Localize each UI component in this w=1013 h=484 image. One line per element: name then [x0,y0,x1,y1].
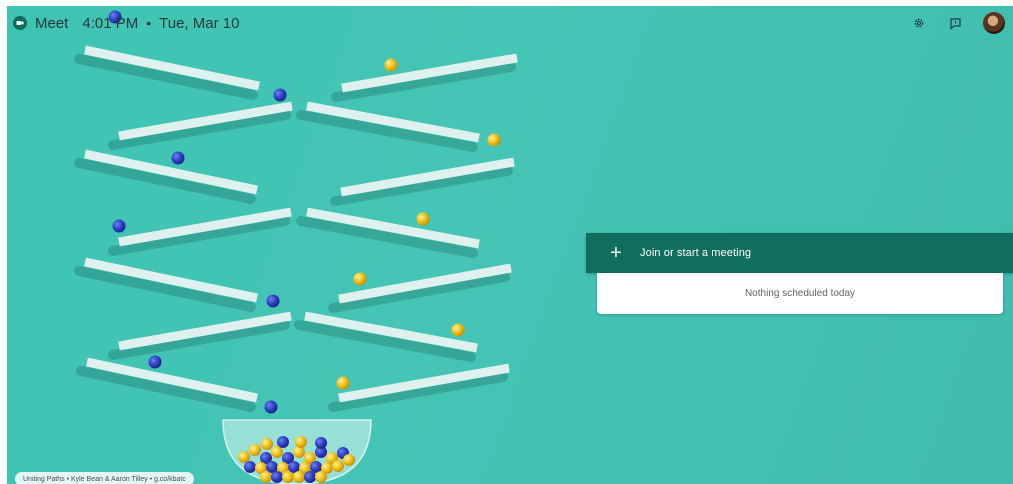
yellow-marble [451,323,465,337]
yellow-marble [249,444,261,456]
blue-marble [315,437,327,449]
yellow-marble [487,133,501,147]
schedule-empty-text: Nothing scheduled today [744,288,856,299]
yellow-marble [353,272,367,286]
app-name: Meet [35,14,69,32]
yellow-marble [238,451,250,463]
current-date: Tue, Mar 10 [159,14,240,32]
top-bar: Meet 4:01 PM • Tue, Mar 10 [7,6,1013,40]
yellow-marble [271,446,283,458]
yellow-marble [416,212,430,226]
yellow-marble [260,471,272,483]
credit-text: Uniting Paths • Kyle Bean & Aaron Tilley… [23,475,186,483]
background-credit-link[interactable]: Uniting Paths • Kyle Bean & Aaron Tilley… [15,472,194,484]
feedback-icon[interactable] [947,15,963,31]
yellow-marble [261,438,273,450]
yellow-marble [384,58,398,72]
yellow-marble [315,471,327,483]
avatar[interactable] [983,12,1005,34]
brand: Meet 4:01 PM • Tue, Mar 10 [13,15,239,32]
toolbar [911,6,1005,40]
blue-marble [148,355,162,369]
schedule-card: Nothing scheduled today [597,273,1003,314]
join-or-start-meeting-button[interactable]: + Join or start a meeting [586,233,1013,273]
blue-marble [273,88,287,102]
settings-icon[interactable] [911,15,927,31]
blue-marble [271,471,283,483]
yellow-marble [293,471,305,483]
plus-icon: + [610,242,622,264]
blue-marble [304,471,316,483]
blue-marble [266,294,280,308]
blue-marble [112,219,126,233]
yellow-marble [282,471,294,483]
blue-marble [171,151,185,165]
yellow-marble [293,446,305,458]
background-stage: Meet 4:01 PM • Tue, Mar 10 + Join or sta… [7,6,1013,484]
join-button-label: Join or start a meeting [640,247,752,259]
yellow-marble [295,436,307,448]
separator: • [146,15,152,31]
yellow-marble [332,460,344,472]
yellow-marble [343,454,355,466]
blue-marble [264,400,278,414]
yellow-marble [336,376,350,390]
current-time: 4:01 PM [82,14,139,32]
marble-planks [74,45,518,412]
meet-logo-icon [13,16,27,30]
blue-marble [277,436,289,448]
blue-marble [244,461,256,473]
